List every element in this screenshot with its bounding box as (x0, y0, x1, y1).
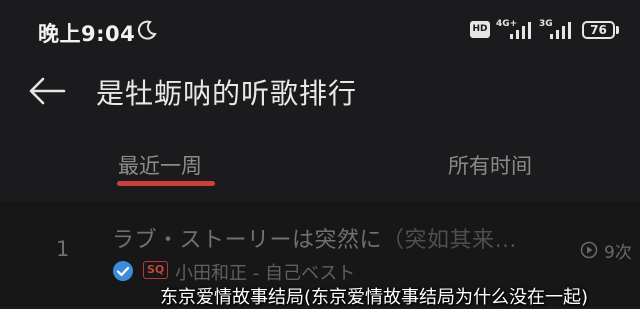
status-time: 晚上9:04 (38, 22, 136, 46)
tab-recent-week[interactable]: 最近一周 (118, 150, 202, 180)
tab-all-time[interactable]: 所有时间 (448, 150, 532, 180)
tab-active-indicator (117, 181, 215, 186)
song-title-text: ラブ・ストーリーは突然に (112, 228, 383, 253)
signal-3g-icon (550, 22, 571, 39)
hd-icon: HD (470, 21, 490, 38)
song-title: ラブ・ストーリーは突然に（突如其来… (112, 222, 517, 254)
verified-icon (113, 261, 133, 281)
play-count: 9次 (604, 243, 632, 263)
play-count-icon (580, 241, 598, 259)
page-title: 是牡蛎呐的听歌排行 (96, 77, 358, 110)
back-arrow-icon[interactable] (28, 76, 66, 106)
battery-icon: 76 (582, 21, 615, 39)
status-bar: 晚上9:04 HD 4G+ 3G 76 (0, 0, 640, 60)
signal-4g-icon (510, 22, 531, 39)
song-artist: 小田和正 - 自己ベスト (175, 263, 356, 284)
overlay-caption: 东京爱情故事结局(东京爱情故事结局为什么没在一起) (160, 287, 589, 308)
song-title-alias: （突如其来… (382, 228, 518, 253)
song-rank: 1 (56, 237, 70, 261)
sq-badge: SQ (143, 261, 169, 279)
battery-tip (616, 26, 619, 34)
moon-icon (137, 20, 157, 40)
